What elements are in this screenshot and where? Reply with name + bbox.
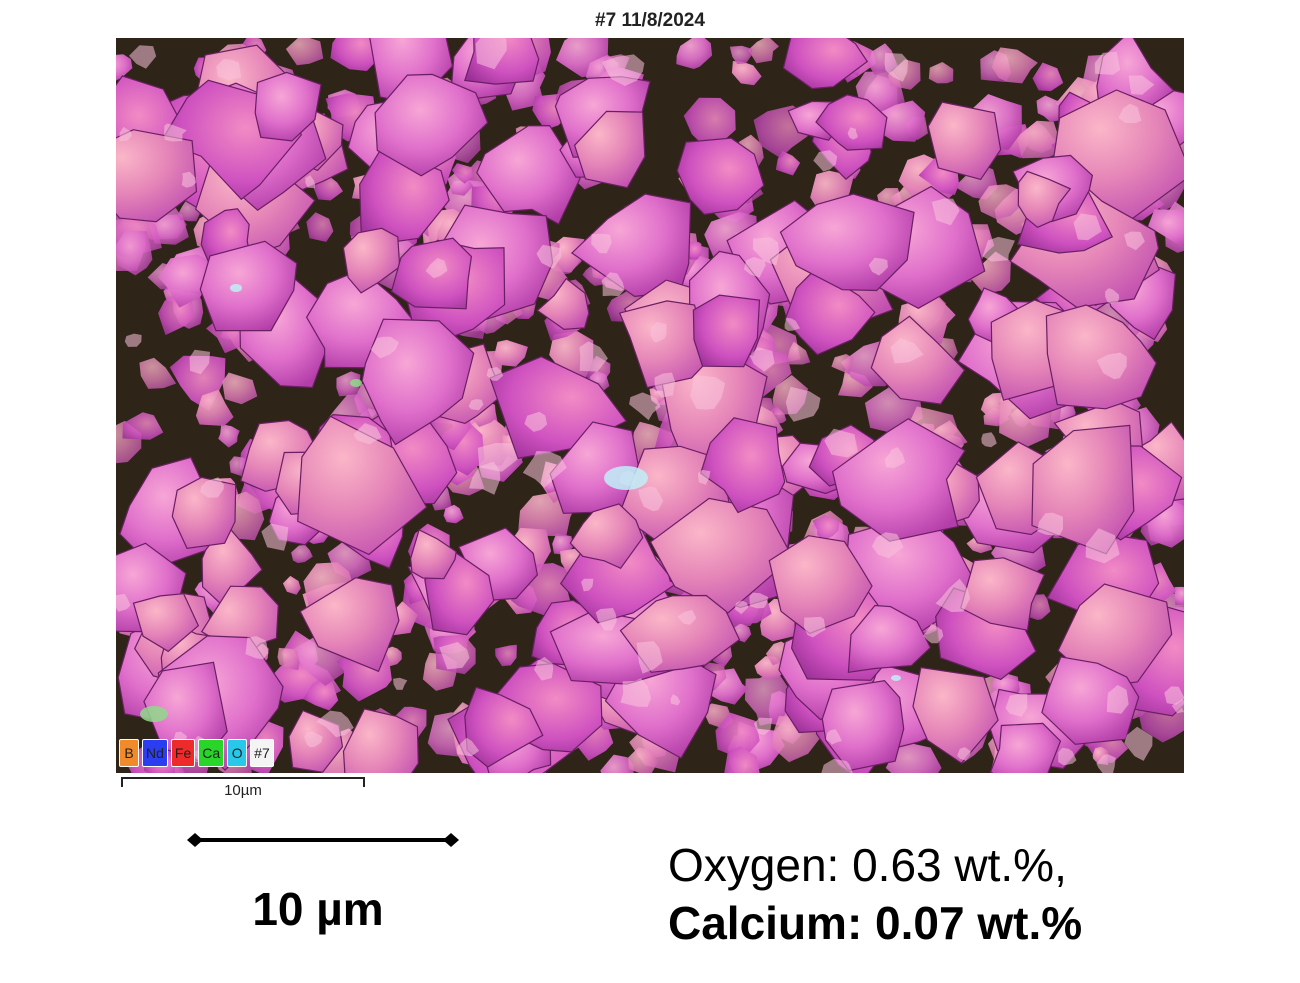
- legend-chip-o[interactable]: O: [227, 739, 248, 767]
- large-scale-bar: [187, 833, 459, 847]
- legend-chip-b[interactable]: B: [119, 739, 139, 767]
- legend-label: Ca: [202, 745, 221, 761]
- element-speck: [350, 379, 362, 387]
- scale-bar-left-cap: [187, 833, 203, 847]
- legend-label: #7: [254, 745, 270, 761]
- legend-label: B: [124, 745, 134, 761]
- legend-label: Fe: [174, 745, 192, 761]
- legend-chip-nd[interactable]: Nd: [142, 739, 168, 767]
- legend-chip-ca[interactable]: Ca: [198, 739, 225, 767]
- legend-chip-fe[interactable]: Fe: [170, 739, 196, 767]
- particle-micrograph: [116, 38, 1184, 773]
- calcium-content: Calcium: 0.07 wt.%: [668, 897, 1083, 949]
- large-scale-label: 10 µm: [252, 883, 384, 935]
- legend-label: Nd: [146, 745, 164, 761]
- particle: [989, 722, 1062, 773]
- scale-bar-right-cap: [443, 833, 459, 847]
- image-title: #7 11/8/2024: [595, 10, 705, 31]
- eds-element-map: [116, 38, 1184, 773]
- particle: [1174, 586, 1184, 605]
- small-scale-label: 10µm: [224, 782, 262, 799]
- element-legend: B Nd Fe Ca O #7: [119, 737, 274, 769]
- element-speck: [230, 284, 242, 292]
- element-speck: [604, 466, 648, 490]
- legend-chip-composite[interactable]: #7: [250, 739, 274, 767]
- oxygen-content: Oxygen: 0.63 wt.%,: [668, 839, 1067, 891]
- composition-annotation: Oxygen: 0.63 wt.%, Calcium: 0.07 wt.%: [668, 836, 1082, 952]
- element-speck: [891, 675, 901, 681]
- legend-label: O: [231, 745, 243, 761]
- element-speck: [140, 706, 168, 722]
